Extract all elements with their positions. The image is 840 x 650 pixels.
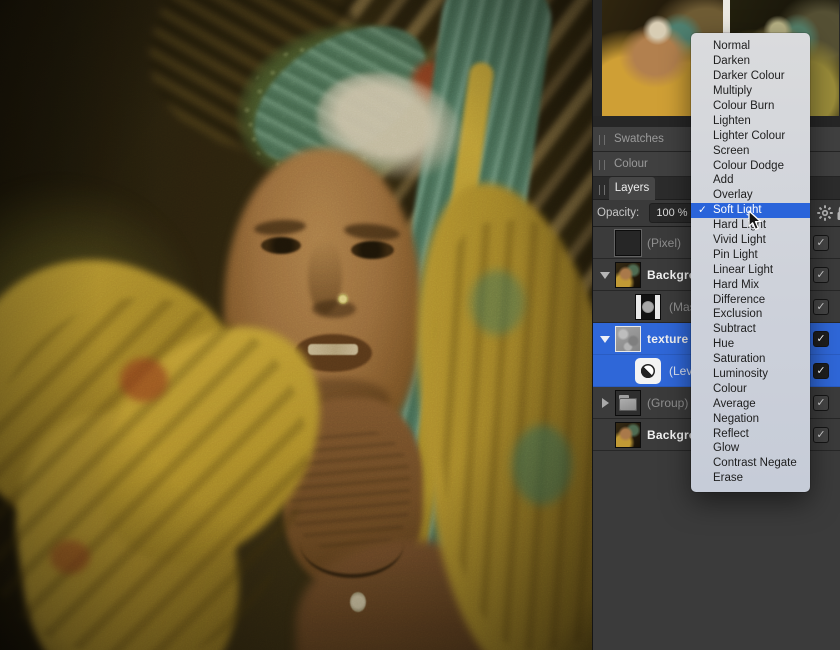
blend-mode-option[interactable]: Add <box>691 173 810 188</box>
visibility-checkbox[interactable]: ✓ <box>813 299 829 315</box>
blend-mode-option[interactable]: Contrast Negate <box>691 456 810 471</box>
photo-thumbnail[interactable] <box>615 262 641 288</box>
panel-header-label: Swatches <box>614 133 664 145</box>
panel-header-label: Colour <box>614 158 648 170</box>
blend-mode-label: Average <box>713 398 756 410</box>
blend-mode-option[interactable]: Screen <box>691 143 810 158</box>
blend-mode-label: Darken <box>713 55 750 67</box>
drag-handle-icon[interactable] <box>599 185 605 195</box>
blend-mode-label: Erase <box>713 472 743 484</box>
blend-mode-label: Darker Colour <box>713 70 785 82</box>
blend-mode-option[interactable]: Colour Burn <box>691 99 810 114</box>
blend-mode-menu: Normal Darken Darker Colour Multiply Colour … <box>691 33 810 492</box>
blend-mode-option[interactable]: Vivid Light <box>691 233 810 248</box>
drag-handle-icon[interactable] <box>599 160 605 170</box>
photo-thumbnail[interactable] <box>615 422 641 448</box>
canvas-image[interactable] <box>0 0 592 650</box>
opacity-dropdown[interactable]: 100 % <box>649 203 695 223</box>
blend-mode-option[interactable]: Darken <box>691 54 810 69</box>
visibility-checkbox[interactable]: ✓ <box>813 267 829 283</box>
layer-name: (Pixel) <box>647 236 681 250</box>
blend-mode-label: Screen <box>713 145 749 157</box>
disclosure-triangle-icon[interactable] <box>600 336 610 343</box>
blend-mode-option[interactable]: Subtract <box>691 322 810 337</box>
group-thumbnail[interactable] <box>615 390 641 416</box>
gear-icon[interactable] <box>817 205 833 221</box>
blend-mode-label: Hue <box>713 338 734 350</box>
blend-mode-option[interactable]: Colour Dodge <box>691 158 810 173</box>
blend-mode-label: Overlay <box>713 189 753 201</box>
blend-mode-option[interactable]: Darker Colour <box>691 69 810 84</box>
art-vignette <box>0 0 592 650</box>
blend-mode-label: Hard Mix <box>713 279 759 291</box>
blend-mode-option[interactable]: Lighter Colour <box>691 128 810 143</box>
blend-mode-label: Exclusion <box>713 308 762 320</box>
blend-mode-option[interactable]: Overlay <box>691 188 810 203</box>
blend-mode-option[interactable]: Multiply <box>691 84 810 99</box>
blend-mode-option[interactable]: Average <box>691 396 810 411</box>
blend-mode-option[interactable]: Pin Light <box>691 247 810 262</box>
visibility-checkbox[interactable]: ✓ <box>813 331 829 347</box>
blend-mode-label: Negation <box>713 413 759 425</box>
disclosure-triangle-icon[interactable] <box>600 272 610 279</box>
blend-mode-option[interactable]: Saturation <box>691 352 810 367</box>
blend-mode-option[interactable]: Normal <box>691 39 810 54</box>
levels-thumbnail[interactable] <box>635 358 661 384</box>
blend-mode-label: Multiply <box>713 85 752 97</box>
blend-mode-option[interactable]: Luminosity <box>691 367 810 382</box>
blend-mode-label: Colour Dodge <box>713 160 784 172</box>
blend-mode-option[interactable]: Exclusion <box>691 307 810 322</box>
blend-mode-option[interactable]: Lighten <box>691 113 810 128</box>
blend-mode-label: Linear Light <box>713 264 773 276</box>
blend-mode-option[interactable]: Colour <box>691 381 810 396</box>
disclosure-triangle-icon[interactable] <box>602 398 609 408</box>
blend-mode-option[interactable]: Difference <box>691 292 810 307</box>
mouse-cursor <box>748 210 763 231</box>
mask-thumbnail[interactable] <box>635 294 661 320</box>
tab-layers[interactable]: Layers <box>609 177 655 200</box>
visibility-checkbox[interactable]: ✓ <box>813 235 829 251</box>
blend-mode-label: Reflect <box>713 428 749 440</box>
visibility-checkbox[interactable]: ✓ <box>813 363 829 379</box>
visibility-checkbox[interactable]: ✓ <box>813 395 829 411</box>
lock-icon[interactable] <box>836 205 840 221</box>
blend-mode-label: Luminosity <box>713 368 768 380</box>
pixel-thumbnail[interactable] <box>615 230 641 256</box>
blend-mode-label: Lighten <box>713 115 751 127</box>
layer-name: (Group) <box>647 396 688 410</box>
blend-mode-label: Glow <box>713 442 739 454</box>
blend-mode-label: Subtract <box>713 323 756 335</box>
blend-mode-option[interactable]: Negation <box>691 411 810 426</box>
texture-thumbnail[interactable] <box>615 326 641 352</box>
blend-mode-label: Normal <box>713 40 750 52</box>
layer-name: texture <box>647 332 688 346</box>
blend-mode-label: Colour <box>713 383 747 395</box>
blend-mode-option[interactable]: Hue <box>691 337 810 352</box>
blend-mode-option[interactable]: Hard Mix <box>691 277 810 292</box>
visibility-checkbox[interactable]: ✓ <box>813 427 829 443</box>
blend-mode-label: Add <box>713 174 733 186</box>
blend-mode-option[interactable]: Linear Light <box>691 262 810 277</box>
blend-mode-label: Contrast Negate <box>713 457 797 469</box>
blend-mode-label: Pin Light <box>713 249 758 261</box>
blend-mode-label: Saturation <box>713 353 765 365</box>
blend-mode-option[interactable]: Erase <box>691 471 810 486</box>
checkmark-icon: ✓ <box>698 204 707 216</box>
blend-mode-option[interactable]: Glow <box>691 441 810 456</box>
blend-mode-option[interactable]: Reflect <box>691 426 810 441</box>
blend-mode-label: Lighter Colour <box>713 130 785 142</box>
app-window: Swatches Colour Layers Opacity: 100 % <box>0 0 840 650</box>
opacity-label: Opacity: <box>597 207 639 219</box>
blend-mode-label: Colour Burn <box>713 100 774 112</box>
drag-handle-icon[interactable] <box>599 135 605 145</box>
blend-mode-label: Difference <box>713 294 765 306</box>
blend-mode-label: Vivid Light <box>713 234 766 246</box>
